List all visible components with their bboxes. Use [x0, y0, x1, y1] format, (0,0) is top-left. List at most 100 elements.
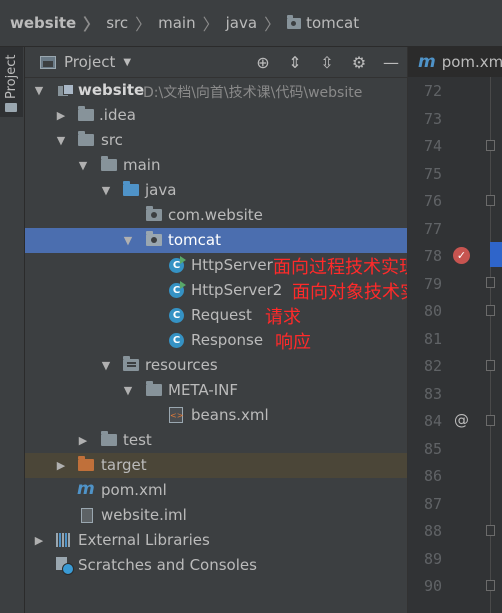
tree-item-idea[interactable]: ▶ .idea — [25, 103, 407, 128]
annotation-at-icon[interactable]: @ — [454, 411, 469, 429]
line-number: 82 — [423, 357, 442, 375]
line-number: 74 — [423, 137, 442, 155]
line-number: 90 — [423, 577, 442, 595]
tree-item-label: java — [145, 181, 177, 199]
fold-marker-icon[interactable] — [486, 525, 495, 536]
tree-item-label: com.website — [168, 206, 263, 224]
tree-item-label: main — [123, 156, 161, 174]
runnable-class-icon: C — [169, 256, 186, 273]
fold-marker-icon[interactable] — [486, 415, 495, 426]
project-tool-tab-label: Project — [4, 54, 19, 99]
editor-tab-bar: m pom.xm — [407, 47, 502, 77]
line-number: 81 — [423, 330, 442, 348]
module-icon — [58, 84, 74, 97]
line-number: 78 — [423, 247, 442, 265]
chevron-down-icon[interactable]: ▼ — [34, 84, 44, 97]
project-view-selector[interactable]: Project — [64, 53, 115, 71]
fold-marker-icon[interactable] — [486, 305, 495, 316]
tool-window-strip: Project — [0, 47, 25, 613]
tree-item-label: Request — [191, 306, 252, 324]
tree-item-label: .idea — [99, 106, 136, 124]
tree-item-response[interactable]: C Response 响应 — [25, 328, 407, 353]
fold-marker-icon[interactable] — [486, 360, 495, 371]
line-number: 80 — [423, 302, 442, 320]
caret-line-highlight — [490, 242, 502, 267]
chevron-down-icon[interactable]: ▼ — [101, 359, 111, 372]
editor-gutter: 72 73 74 75 76 77 78 79 80 81 82 83 84 8… — [407, 77, 502, 613]
excluded-folder-icon — [78, 456, 94, 471]
tree-item-java[interactable]: ▼ java — [25, 178, 407, 203]
iml-file-icon — [81, 508, 93, 523]
folder-icon — [146, 381, 162, 396]
tree-item-website-iml[interactable]: website.iml — [25, 503, 407, 528]
editor-tab-pom-xml[interactable]: pom.xm — [442, 53, 502, 71]
fold-marker-icon[interactable] — [486, 195, 495, 206]
chevron-down-icon[interactable]: ▼ — [78, 159, 88, 172]
breadcrumb-item-tomcat[interactable]: tomcat — [287, 14, 359, 32]
tree-item-src[interactable]: ▼ src — [25, 128, 407, 153]
line-number: 73 — [423, 110, 442, 128]
expand-all-icon[interactable]: ⇕ — [279, 47, 311, 77]
tree-item-com-website[interactable]: com.website — [25, 203, 407, 228]
fold-marker-icon[interactable] — [486, 580, 495, 591]
breadcrumb: website 〉 src 〉 main 〉 java 〉 tomcat — [0, 0, 502, 47]
tree-item-meta-inf[interactable]: ▼ META-INF — [25, 378, 407, 403]
tree-item-external-libraries[interactable]: ▶ External Libraries — [25, 528, 407, 553]
library-icon — [56, 533, 72, 547]
tree-item-test[interactable]: ▶ test — [25, 428, 407, 453]
tree-item-resources[interactable]: ▼ resources — [25, 353, 407, 378]
chevron-right-icon[interactable]: ▶ — [56, 109, 66, 122]
tree-item-label: website.iml — [101, 506, 187, 524]
line-number: 89 — [423, 550, 442, 568]
collapse-all-icon[interactable]: ⇳ — [311, 47, 343, 77]
breadcrumb-item-java[interactable]: java 〉 — [226, 11, 287, 35]
tree-item-label: Response — [191, 331, 264, 349]
folder-icon — [101, 431, 117, 446]
chevron-right-icon[interactable]: ▶ — [34, 534, 44, 547]
breadcrumb-item-main[interactable]: main 〉 — [158, 11, 226, 35]
gear-icon[interactable]: ⚙ — [343, 47, 375, 77]
tree-item-httpserver[interactable]: C HttpServer 面向过程技术实现 — [25, 253, 417, 278]
tree-item-label: target — [101, 456, 147, 474]
breadcrumb-item-src[interactable]: src 〉 — [106, 11, 158, 35]
tree-item-main[interactable]: ▼ main — [25, 153, 407, 178]
tree-item-target[interactable]: ▶ target — [25, 453, 407, 478]
tree-item-website[interactable]: ▼ website D:\文档\向首\技术课\代码\website — [25, 78, 407, 103]
line-number: 84 — [423, 412, 442, 430]
target-icon[interactable]: ⊕ — [247, 47, 279, 77]
tree-item-label: META-INF — [168, 381, 239, 399]
chevron-down-icon[interactable]: ▼ — [123, 234, 133, 247]
tree-item-label: src — [101, 131, 123, 149]
project-tool-tab[interactable]: Project — [0, 47, 23, 117]
fold-marker-icon[interactable] — [486, 140, 495, 151]
tree-item-scratches[interactable]: Scratches and Consoles — [25, 553, 407, 578]
project-panel: Project ▼ ⊕ ⇕ ⇳ ⚙ — ▼ website D:\文档\向首\技… — [25, 47, 436, 613]
chevron-down-icon[interactable]: ▼ — [101, 184, 111, 197]
chevron-down-icon[interactable]: ▼ — [123, 57, 131, 68]
tree-item-httpserver2[interactable]: C HttpServer2 面向对象技术实现 — [25, 278, 436, 303]
project-view-icon — [40, 55, 56, 69]
tree-item-label: pom.xml — [101, 481, 167, 499]
tree-item-beans-xml[interactable]: <> beans.xml — [25, 403, 407, 428]
class-icon: C — [169, 333, 184, 348]
tree-item-pom-xml[interactable]: m pom.xml — [25, 478, 407, 503]
breadcrumb-item-website[interactable]: website 〉 — [10, 11, 106, 35]
folder-icon — [5, 103, 17, 112]
fold-marker-icon[interactable] — [486, 277, 495, 288]
chevron-right-icon[interactable]: ▶ — [56, 459, 66, 472]
minimize-icon[interactable]: — — [375, 47, 407, 77]
line-number: 79 — [423, 275, 442, 293]
chevron-down-icon[interactable]: ▼ — [56, 134, 66, 147]
tree-item-request[interactable]: C Request 请求 — [25, 303, 407, 328]
line-number: 77 — [423, 220, 442, 238]
source-folder-icon — [123, 181, 139, 196]
tree-item-tomcat[interactable]: ▼ tomcat — [25, 228, 407, 253]
resources-folder-icon — [123, 356, 139, 371]
breakpoint-icon[interactable]: ✓ — [453, 247, 470, 264]
scratches-icon — [56, 557, 74, 575]
chevron-down-icon[interactable]: ▼ — [123, 384, 133, 397]
line-number: 72 — [423, 82, 442, 100]
line-number: 85 — [423, 440, 442, 458]
tree-item-label: beans.xml — [191, 406, 269, 424]
chevron-right-icon[interactable]: ▶ — [78, 434, 88, 447]
